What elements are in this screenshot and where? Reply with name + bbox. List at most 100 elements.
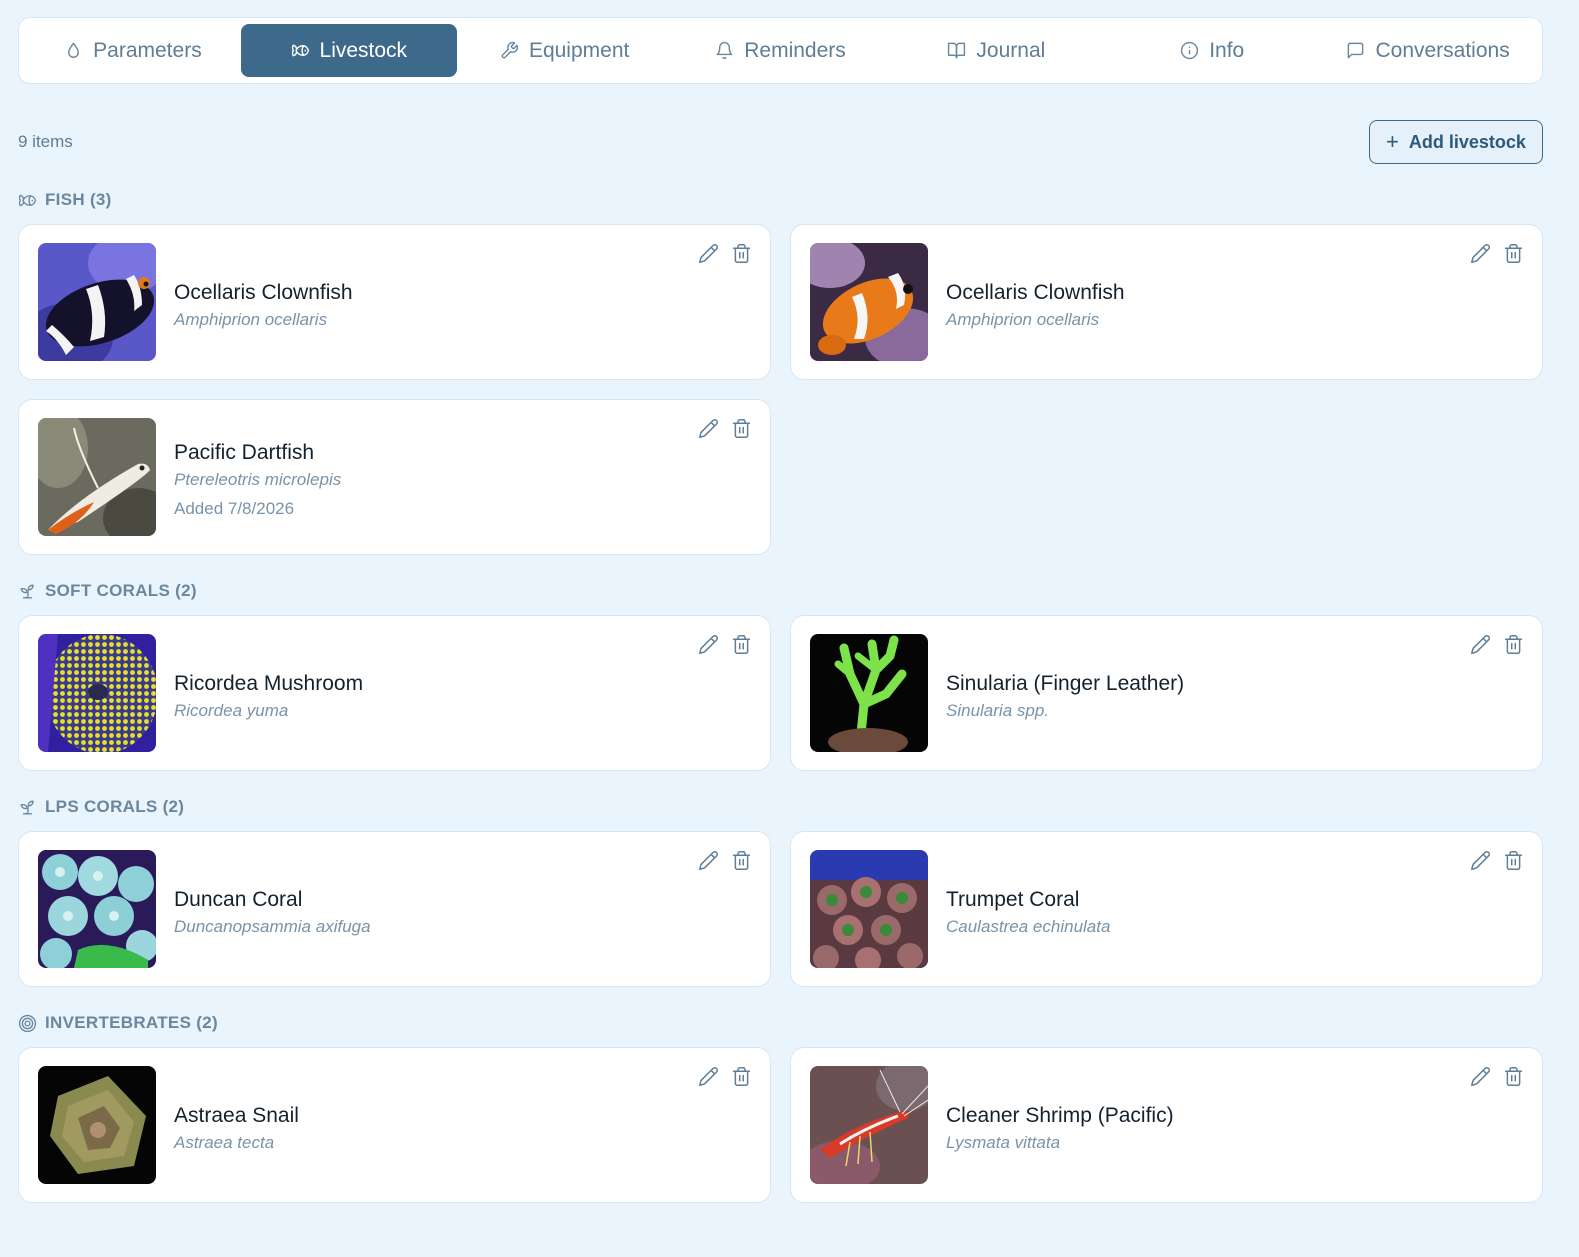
livestock-name: Trumpet Coral (946, 888, 1080, 911)
item-count: 9 items (18, 132, 73, 151)
delete-button[interactable] (1503, 850, 1524, 871)
tab-label: Parameters (93, 38, 202, 62)
snail-photo (38, 1066, 156, 1184)
card-info: Astraea Snail Astraea tecta (174, 1104, 299, 1153)
section-header-lps-corals: LPS CORALS (2) (18, 797, 184, 817)
livestock-name: Ocellaris Clownfish (174, 281, 353, 304)
delete-button[interactable] (731, 850, 752, 871)
card-actions (1470, 243, 1524, 264)
livestock-card[interactable]: Ricordea Mushroom Ricordea yuma (18, 615, 771, 771)
trash-icon (1503, 1066, 1524, 1087)
livestock-card[interactable]: Pacific Dartfish Ptereleotris microlepis… (18, 399, 771, 555)
pencil-icon (698, 1066, 719, 1087)
pencil-icon (698, 418, 719, 439)
pencil-icon (1470, 850, 1491, 871)
shrimp-photo (810, 1066, 928, 1184)
add-livestock-label: Add livestock (1408, 131, 1526, 152)
card-actions (1470, 850, 1524, 871)
plus-icon: + (1386, 129, 1399, 154)
tab-label: Equipment (528, 38, 630, 62)
pencil-icon (1470, 243, 1491, 264)
section-header-fish: FISH (3) (18, 190, 112, 210)
tab-info[interactable]: Info (1104, 24, 1320, 77)
scientific-name: Amphiprion ocellaris (174, 310, 328, 329)
livestock-card[interactable]: Astraea Snail Astraea tecta (18, 1047, 771, 1203)
edit-button[interactable] (698, 634, 719, 655)
section-title: INVERTEBRATES (2) (45, 1013, 218, 1032)
pencil-icon (1470, 634, 1491, 655)
sprout-icon (18, 582, 37, 601)
card-info: Trumpet Coral Caulastrea echinulata (946, 888, 1110, 937)
delete-button[interactable] (1503, 634, 1524, 655)
tab-reminders[interactable]: Reminders (673, 24, 889, 77)
edit-button[interactable] (1470, 850, 1491, 871)
delete-button[interactable] (1503, 243, 1524, 264)
edit-button[interactable] (1470, 1066, 1491, 1087)
dartfish-photo (38, 418, 156, 536)
card-info: Pacific Dartfish Ptereleotris microlepis… (174, 441, 341, 519)
livestock-card[interactable]: Ocellaris Clownfish Amphiprion ocellaris (18, 224, 771, 380)
delete-button[interactable] (731, 1066, 752, 1087)
pencil-icon (698, 243, 719, 264)
livestock-name: Sinularia (Finger Leather) (946, 672, 1185, 695)
card-actions (698, 243, 752, 264)
card-actions (698, 418, 752, 439)
edit-button[interactable] (698, 1066, 719, 1087)
card-actions (698, 850, 752, 871)
edit-button[interactable] (698, 850, 719, 871)
livestock-card[interactable]: Sinularia (Finger Leather) Sinularia spp… (790, 615, 1543, 771)
tab-label: Livestock (319, 38, 408, 62)
tab-equipment[interactable]: Equipment (457, 24, 673, 77)
info-icon (1180, 41, 1199, 60)
orange-clownfish-photo (810, 243, 928, 361)
edit-button[interactable] (698, 243, 719, 264)
add-livestock-button[interactable]: + Add livestock (1369, 120, 1543, 164)
livestock-name: Ocellaris Clownfish (946, 281, 1125, 304)
card-info: Ocellaris Clownfish Amphiprion ocellaris (174, 281, 353, 330)
book-icon (947, 41, 966, 60)
tab-parameters[interactable]: Parameters (25, 24, 241, 77)
edit-button[interactable] (698, 418, 719, 439)
trash-icon (731, 850, 752, 871)
tab-label: Reminders (744, 38, 846, 62)
tab-journal[interactable]: Journal (888, 24, 1104, 77)
pencil-icon (1470, 1066, 1491, 1087)
trumpet-photo (810, 850, 928, 968)
sprout-icon (18, 798, 37, 817)
livestock-name: Duncan Coral (174, 888, 303, 911)
message-icon (1346, 41, 1365, 60)
section-title: SOFT CORALS (2) (45, 581, 197, 600)
card-actions (698, 634, 752, 655)
tab-label: Conversations (1375, 38, 1510, 62)
scientific-name: Ptereleotris microlepis (174, 470, 342, 489)
card-info: Sinularia (Finger Leather) Sinularia spp… (946, 672, 1184, 721)
card-info: Duncan Coral Duncanopsammia axifuga (174, 888, 371, 937)
card-actions (698, 1066, 752, 1087)
section-title: LPS CORALS (2) (45, 797, 185, 816)
tab-label: Info (1209, 38, 1245, 62)
livestock-card[interactable]: Cleaner Shrimp (Pacific) Lysmata vittata (790, 1047, 1543, 1203)
edit-button[interactable] (1470, 243, 1491, 264)
tab-bar: Parameters Livestock Equipment Reminders… (18, 17, 1543, 84)
edit-button[interactable] (1470, 634, 1491, 655)
livestock-card[interactable]: Duncan Coral Duncanopsammia axifuga (18, 831, 771, 987)
trash-icon (731, 243, 752, 264)
sinularia-photo (810, 634, 928, 752)
delete-button[interactable] (731, 243, 752, 264)
livestock-name: Ricordea Mushroom (174, 672, 364, 695)
livestock-card[interactable]: Trumpet Coral Caulastrea echinulata (790, 831, 1543, 987)
delete-button[interactable] (1503, 1066, 1524, 1087)
livestock-name: Cleaner Shrimp (Pacific) (946, 1104, 1174, 1127)
tab-livestock[interactable]: Livestock (240, 24, 457, 77)
delete-button[interactable] (731, 418, 752, 439)
scientific-name: Astraea tecta (174, 1133, 275, 1152)
livestock-name: Pacific Dartfish (174, 441, 315, 464)
livestock-card[interactable]: Ocellaris Clownfish Amphiprion ocellaris (790, 224, 1543, 380)
trash-icon (731, 1066, 752, 1087)
scientific-name: Lysmata vittata (946, 1133, 1061, 1152)
tab-conversations[interactable]: Conversations (1320, 24, 1536, 77)
delete-button[interactable] (731, 634, 752, 655)
livestock-name: Astraea Snail (174, 1104, 299, 1127)
pencil-icon (698, 850, 719, 871)
card-info: Cleaner Shrimp (Pacific) Lysmata vittata (946, 1104, 1174, 1153)
